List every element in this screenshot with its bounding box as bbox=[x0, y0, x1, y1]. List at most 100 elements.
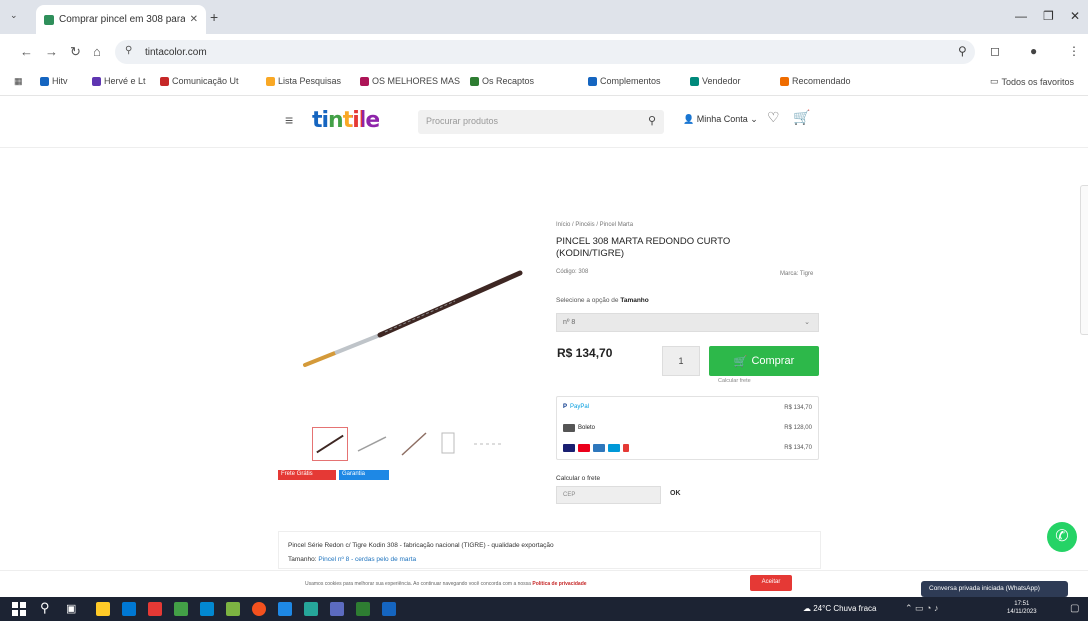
bookmark-icon bbox=[40, 76, 49, 86]
minimize-icon[interactable]: — bbox=[1015, 9, 1027, 23]
tab-close-icon[interactable]: ✕ bbox=[190, 14, 198, 25]
system-tray-icons[interactable]: ⌃ ▭ ◔ ♪ bbox=[905, 603, 938, 614]
bookmark-item[interactable]: Hitv bbox=[40, 76, 68, 86]
account-label: Minha Conta ⌄ bbox=[696, 114, 758, 124]
visa-icon bbox=[563, 444, 575, 452]
logo-text: tintile bbox=[312, 108, 380, 133]
boleto-logo: Boleto bbox=[563, 424, 595, 432]
app-icon[interactable] bbox=[330, 602, 344, 616]
bookmark-item[interactable]: Complementos bbox=[588, 76, 661, 86]
privacy-policy-link[interactable]: Política de privacidade bbox=[532, 581, 586, 587]
side-panel-handle[interactable] bbox=[1080, 185, 1088, 335]
account-menu[interactable]: 👤 Minha Conta ⌄ bbox=[683, 114, 758, 125]
paypal-logo: P PayPal bbox=[563, 404, 589, 410]
back-icon[interactable]: ← bbox=[20, 44, 33, 59]
app-icon[interactable] bbox=[226, 602, 240, 616]
hamburger-menu-icon[interactable]: ≡ bbox=[285, 112, 293, 128]
shopping-cart-icon[interactable]: 🛒 bbox=[793, 109, 810, 126]
bookmark-item[interactable]: Lista Pesquisas bbox=[266, 76, 341, 86]
cep-ok-button[interactable]: OK bbox=[670, 490, 681, 497]
bookmark-label: Hitv bbox=[52, 76, 68, 86]
thumbnail-2[interactable] bbox=[354, 427, 390, 461]
app-icon[interactable] bbox=[148, 602, 162, 616]
bookmark-item[interactable]: OS MELHORES MAS bbox=[360, 76, 460, 86]
apps-icon[interactable]: ▦ bbox=[14, 76, 23, 87]
size-select[interactable]: nº 8 ⌄ bbox=[556, 313, 819, 332]
new-tab-button[interactable]: + bbox=[210, 9, 218, 25]
description-line-1: Pincel Série Redon c/ Tigre Kodin 308 - … bbox=[288, 542, 554, 549]
accept-cookies-button[interactable]: Aceitar bbox=[750, 575, 792, 591]
quantity-input[interactable]: 1 bbox=[662, 346, 700, 376]
description-box bbox=[278, 531, 821, 569]
site-logo[interactable]: tintile bbox=[312, 108, 380, 133]
site-info-icon[interactable]: ⚲ bbox=[125, 45, 132, 56]
product-brand[interactable]: Marca: Tigre bbox=[780, 271, 813, 277]
chrome-icon[interactable] bbox=[252, 602, 266, 616]
thumbnail-4[interactable] bbox=[438, 427, 474, 461]
whatsapp-tooltip: Conversa privada iniciada (WhatsApp) bbox=[921, 581, 1068, 597]
payment-method: Boleto bbox=[578, 425, 596, 431]
product-price: R$ 134,70 bbox=[557, 346, 613, 360]
start-menu-icon[interactable] bbox=[12, 602, 26, 616]
payment-row-cards: R$ 134,70 bbox=[557, 439, 820, 459]
search-icon[interactable]: ⚲ bbox=[648, 114, 656, 127]
bookmark-item[interactable]: Recomendado bbox=[780, 76, 851, 86]
bookmark-icon bbox=[690, 76, 699, 86]
excel-icon[interactable] bbox=[356, 602, 370, 616]
bookmark-icon bbox=[266, 76, 275, 86]
app-icon[interactable] bbox=[382, 602, 396, 616]
store-icon[interactable] bbox=[122, 602, 136, 616]
close-window-icon[interactable]: ✕ bbox=[1070, 9, 1080, 23]
search-taskbar-icon[interactable]: ⚲ bbox=[40, 600, 50, 616]
zoom-icon[interactable]: ⚲ bbox=[958, 44, 967, 58]
badge-warranty: Garantia bbox=[339, 470, 389, 480]
reload-icon[interactable]: ↻ bbox=[70, 44, 81, 60]
tab-title: Comprar pincel em 308 para m bbox=[59, 14, 185, 25]
freight-link[interactable]: Calcular frete bbox=[718, 378, 751, 384]
weather-text: 24°C Chuva fraca bbox=[813, 604, 877, 613]
app-icon[interactable] bbox=[304, 602, 318, 616]
size-label-bold: Tamanho bbox=[620, 297, 649, 304]
product-main-image[interactable] bbox=[285, 245, 545, 395]
search-placeholder: Procurar produtos bbox=[426, 116, 499, 126]
wishlist-heart-icon[interactable]: ♡ bbox=[767, 109, 780, 126]
thumbnail-3[interactable] bbox=[396, 427, 432, 461]
word-icon[interactable] bbox=[278, 602, 292, 616]
site-search-input[interactable]: Procurar produtos ⚲ bbox=[418, 110, 664, 134]
description-prefix: Tamanho: bbox=[288, 556, 317, 563]
url-input[interactable]: ⚲ tintacolor.com bbox=[115, 40, 975, 64]
bookmarks-bar: ▦ Hitv Hervé e Lt Comunicação Ut Lista P… bbox=[0, 70, 1088, 96]
tab-list-icon[interactable]: ⌄ bbox=[10, 10, 18, 21]
forward-icon[interactable]: → bbox=[45, 44, 58, 59]
buy-button[interactable]: 🛒 Comprar bbox=[709, 346, 819, 376]
description-link[interactable]: Pincel nº 8 - cerdas pelo de marta bbox=[318, 556, 416, 563]
maximize-icon[interactable]: ❐ bbox=[1043, 9, 1054, 23]
bookmark-item[interactable]: Vendedor bbox=[690, 76, 741, 86]
profile-icon[interactable]: ● bbox=[1030, 44, 1037, 58]
breadcrumb[interactable]: Início / Pincéis / Pincel Marta bbox=[556, 222, 633, 228]
weather-widget[interactable]: ☁ 24°C Chuva fraca bbox=[803, 604, 876, 613]
cep-input[interactable]: CEP bbox=[556, 486, 661, 504]
thumbnail-1[interactable] bbox=[312, 427, 348, 461]
bookmark-item[interactable]: Comunicação Ut bbox=[160, 76, 239, 86]
whatsapp-icon[interactable]: ✆ bbox=[1047, 522, 1077, 552]
notification-icon[interactable]: ▢ bbox=[1070, 603, 1079, 614]
bookmark-item[interactable]: Os Recaptos bbox=[470, 76, 534, 86]
thumbnail-5[interactable] bbox=[470, 427, 506, 461]
menu-icon[interactable]: ⋮ bbox=[1068, 44, 1080, 58]
file-explorer-icon[interactable] bbox=[96, 602, 110, 616]
clock[interactable]: 17:51 14/11/2023 bbox=[1007, 600, 1037, 616]
clock-time: 17:51 bbox=[1014, 601, 1030, 607]
app-icon[interactable] bbox=[200, 602, 214, 616]
extensions-icon[interactable]: ◻ bbox=[990, 44, 1000, 58]
buy-label: Comprar bbox=[751, 355, 795, 367]
home-icon[interactable]: ⌂ bbox=[93, 44, 101, 59]
size-label: Selecione a opção de Tamanho bbox=[556, 297, 649, 304]
other-bookmarks[interactable]: ▭ Todos os favoritos bbox=[990, 76, 1074, 87]
shipping-label: Calcular o frete bbox=[556, 475, 601, 482]
browser-tab[interactable]: Comprar pincel em 308 para m ✕ bbox=[36, 5, 206, 34]
bookmark-item[interactable]: Hervé e Lt bbox=[92, 76, 146, 86]
app-icon[interactable] bbox=[174, 602, 188, 616]
task-view-icon[interactable]: ▣ bbox=[66, 602, 76, 615]
browser-tab-bar: ⌄ Comprar pincel em 308 para m ✕ + — ❐ ✕ bbox=[0, 0, 1088, 34]
